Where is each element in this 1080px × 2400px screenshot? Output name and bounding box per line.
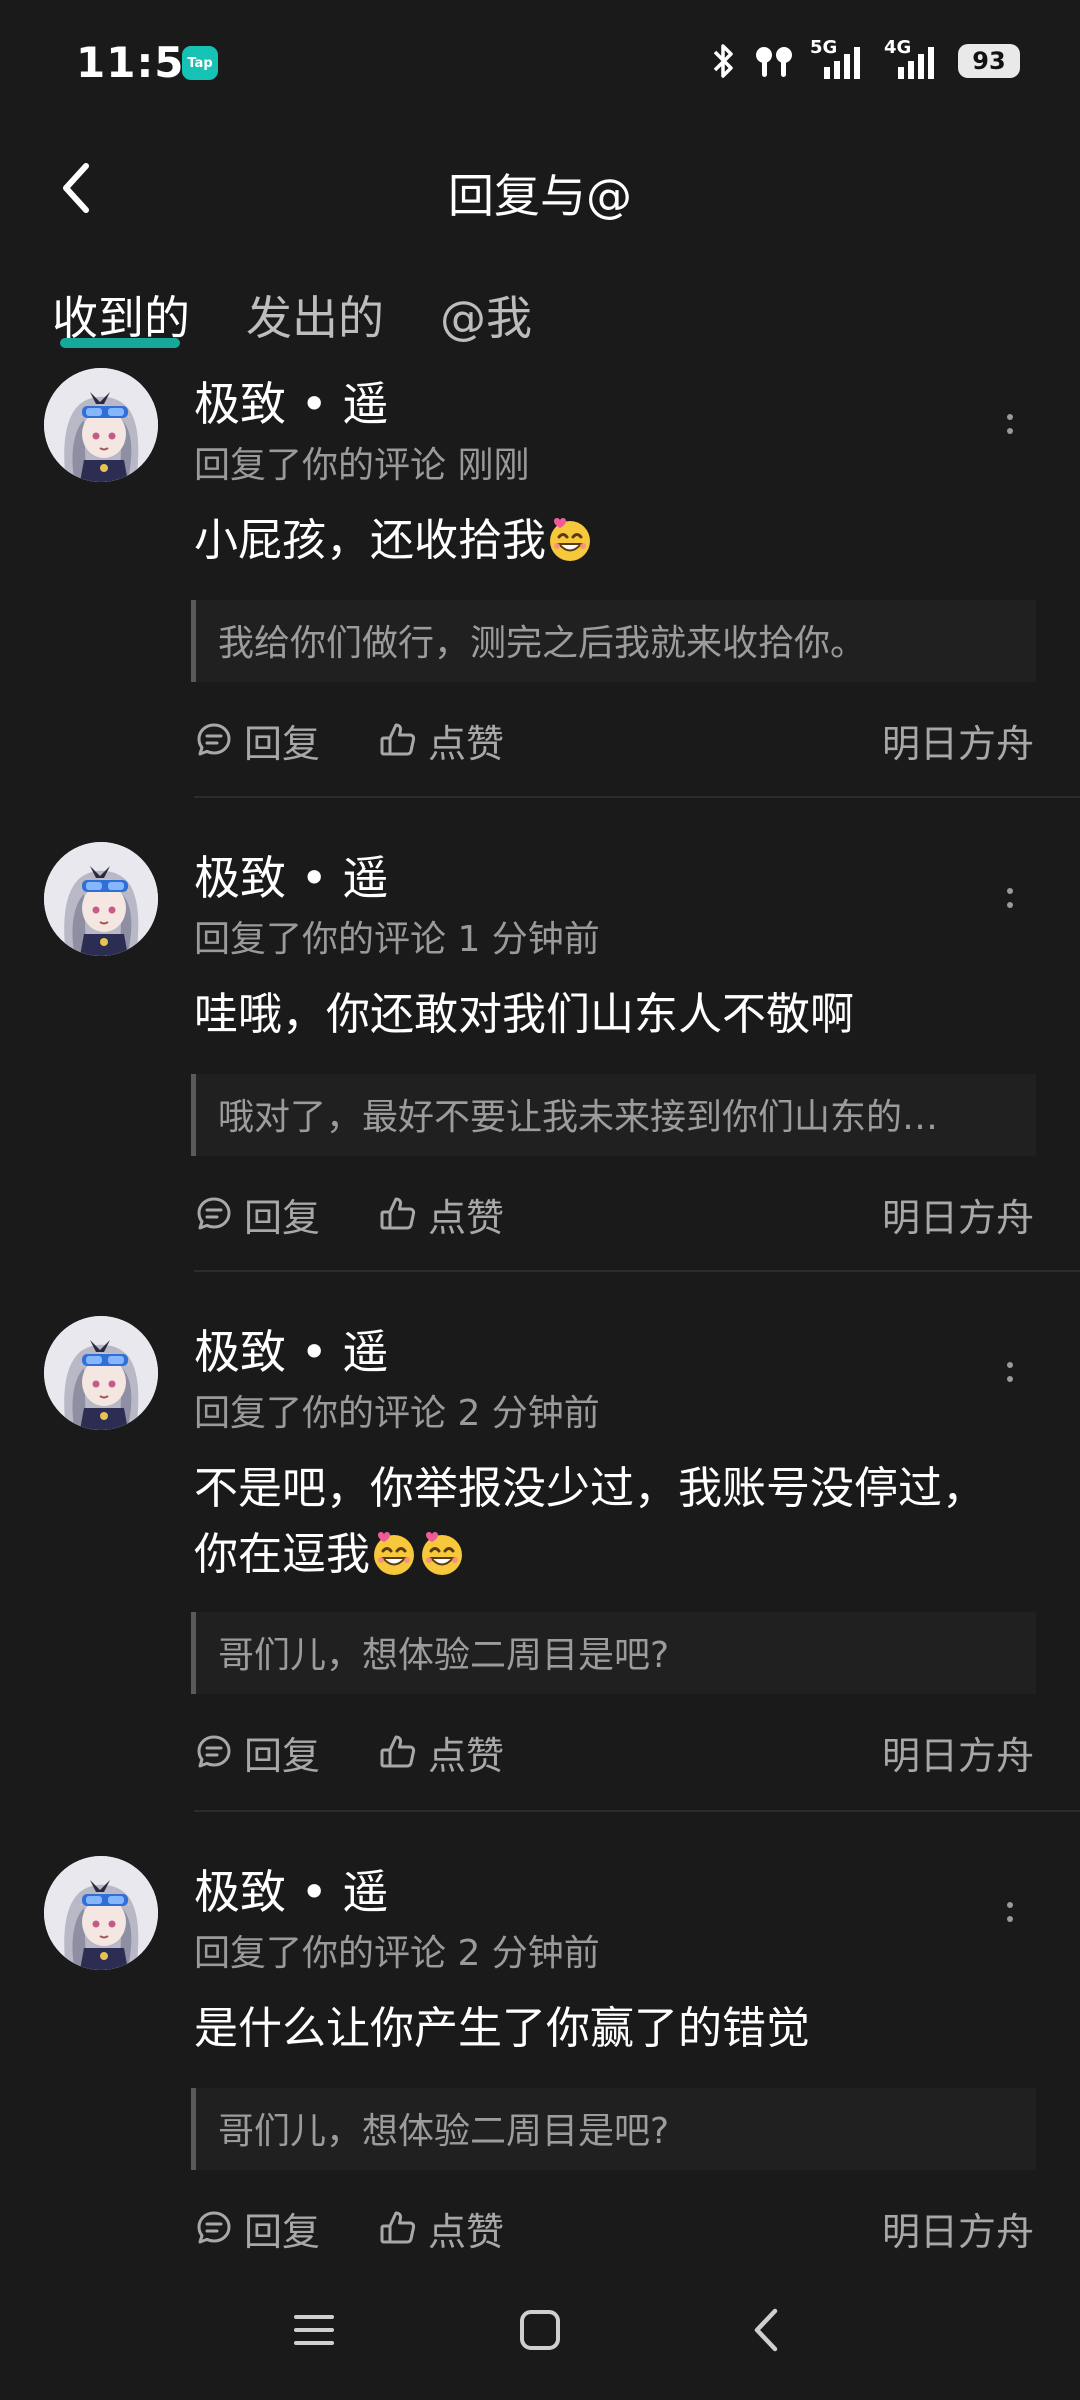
more-options-button[interactable] bbox=[990, 1882, 1030, 1942]
quoted-comment[interactable]: 哥们儿，想体验二周目是吧? bbox=[191, 1612, 1036, 1694]
comment-username[interactable]: 极致 • 遥 bbox=[194, 1316, 388, 1382]
reply-icon bbox=[194, 2208, 234, 2248]
like-label: 点赞 bbox=[428, 1195, 505, 1240]
thumbs-up-icon bbox=[378, 720, 418, 760]
comment-username[interactable]: 极致 • 遥 bbox=[194, 1856, 388, 1922]
divider bbox=[194, 1810, 1080, 1812]
network-label-5g: 5G bbox=[810, 37, 838, 58]
comment-actions: 回复 点赞 明日方舟 bbox=[194, 1184, 1034, 1244]
avatar[interactable] bbox=[44, 1856, 158, 1970]
comment-item[interactable]: 极致 • 遥 回复了你的评论 刚刚 小屁孩，还收拾我 我给你们做行，测完之后我就… bbox=[0, 368, 1080, 798]
avatar[interactable] bbox=[44, 1316, 158, 1430]
bluetooth-icon bbox=[708, 41, 738, 81]
comment-meta: 回复了你的评论 2 分钟前 bbox=[194, 1393, 600, 1434]
comment-meta: 回复了你的评论 刚刚 bbox=[194, 445, 530, 486]
quoted-comment-text: 哥们儿，想体验二周目是吧? bbox=[218, 1635, 670, 1676]
divider bbox=[194, 1270, 1080, 1272]
thumbs-up-icon bbox=[378, 1194, 418, 1234]
like-label: 点赞 bbox=[428, 1733, 505, 1778]
reply-label: 回复 bbox=[244, 721, 321, 766]
avatar[interactable] bbox=[44, 368, 158, 482]
like-button[interactable]: 点赞 bbox=[378, 2198, 504, 2258]
recent-apps-button[interactable] bbox=[274, 2290, 354, 2370]
reply-label: 回复 bbox=[244, 1733, 321, 1778]
grinning-face-icon bbox=[546, 515, 594, 563]
quoted-comment[interactable]: 哥们儿，想体验二周目是吧? bbox=[191, 2088, 1036, 2170]
comment-text: 不是吧，你举报没少过，我账号没停过， 你在逗我 bbox=[194, 1456, 1034, 1588]
comment-text: 小屁孩，还收拾我 bbox=[194, 508, 1034, 574]
game-tag[interactable]: 明日方舟 bbox=[882, 1184, 1034, 1244]
like-button[interactable]: 点赞 bbox=[378, 710, 504, 770]
reply-button[interactable]: 回复 bbox=[194, 710, 320, 770]
more-options-button[interactable] bbox=[990, 1342, 1030, 1402]
avatar[interactable] bbox=[44, 842, 158, 956]
like-button[interactable]: 点赞 bbox=[378, 1722, 504, 1782]
reply-button[interactable]: 回复 bbox=[194, 1184, 320, 1244]
divider bbox=[194, 796, 1080, 798]
network-label-4g: 4G bbox=[884, 37, 912, 58]
more-options-button[interactable] bbox=[990, 394, 1030, 454]
back-icon bbox=[754, 2308, 778, 2352]
comment-text: 是什么让你产生了你赢了的错觉 bbox=[194, 2003, 810, 2054]
reply-icon bbox=[194, 1194, 234, 1234]
comment-actions: 回复 点赞 明日方舟 bbox=[194, 710, 1034, 770]
comment-actions: 回复 点赞 明日方舟 bbox=[194, 2198, 1034, 2258]
comment-actions: 回复 点赞 明日方舟 bbox=[194, 1722, 1034, 1782]
comment-text-line: 你在逗我 bbox=[194, 1529, 370, 1580]
comment-username[interactable]: 极致 • 遥 bbox=[194, 842, 388, 908]
comment-item[interactable]: 极致 • 遥 回复了你的评论 2 分钟前 不是吧，你举报没少过，我账号没停过， … bbox=[0, 1316, 1080, 1812]
reply-label: 回复 bbox=[244, 1195, 321, 1240]
battery-indicator: 93 bbox=[958, 44, 1020, 78]
comment-text-content: 小屁孩，还收拾我 bbox=[194, 515, 546, 566]
earbuds-icon bbox=[752, 41, 796, 81]
like-label: 点赞 bbox=[428, 2209, 505, 2254]
reply-icon bbox=[194, 1732, 234, 1772]
system-back-button[interactable] bbox=[726, 2290, 806, 2370]
reply-label: 回复 bbox=[244, 2209, 321, 2254]
grinning-face-icon bbox=[370, 1529, 418, 1577]
signal-4g-icon: 4G bbox=[884, 37, 944, 81]
tab-label: 发出的 bbox=[246, 291, 384, 345]
home-icon bbox=[520, 2310, 560, 2350]
tab-bar: 收到的 发出的 @我 bbox=[52, 282, 532, 362]
comment-meta: 回复了你的评论 2 分钟前 bbox=[194, 1933, 600, 1974]
comment-item[interactable]: 极致 • 遥 回复了你的评论 1 分钟前 哇哦，你还敢对我们山东人不敬啊 哦对了… bbox=[0, 842, 1080, 1272]
quoted-comment-text: 我给你们做行，测完之后我就来收拾你。 bbox=[218, 623, 867, 664]
thumbs-up-icon bbox=[378, 2208, 418, 2248]
more-options-button[interactable] bbox=[990, 868, 1030, 928]
quoted-comment[interactable]: 哦对了，最好不要让我未来接到你们山东的… bbox=[191, 1074, 1036, 1156]
game-tag[interactable]: 明日方舟 bbox=[882, 1722, 1034, 1782]
comment-item[interactable]: 极致 • 遥 回复了你的评论 2 分钟前 是什么让你产生了你赢了的错觉 哥们儿，… bbox=[0, 1856, 1080, 2266]
tab-sent[interactable]: 发出的 bbox=[246, 282, 384, 352]
status-bar: 11:51 Tap 5G 4G 93 bbox=[0, 0, 1080, 120]
quoted-comment[interactable]: 我给你们做行，测完之后我就来收拾你。 bbox=[191, 600, 1036, 682]
comment-text: 哇哦，你还敢对我们山东人不敬啊 bbox=[194, 989, 854, 1040]
signal-5g-icon: 5G bbox=[810, 37, 870, 81]
status-icons: 5G 4G 93 bbox=[708, 36, 1020, 86]
menu-icon bbox=[294, 2315, 334, 2345]
home-button[interactable] bbox=[500, 2290, 580, 2370]
grinning-face-icon bbox=[418, 1529, 466, 1577]
game-tag[interactable]: 明日方舟 bbox=[882, 710, 1034, 770]
taptap-app-badge: Tap bbox=[182, 46, 218, 80]
thumbs-up-icon bbox=[378, 1732, 418, 1772]
quoted-comment-text: 哥们儿，想体验二周目是吧? bbox=[218, 2111, 670, 2152]
page-title: 回复与@ bbox=[448, 169, 632, 223]
reply-button[interactable]: 回复 bbox=[194, 1722, 320, 1782]
tab-label: 收到的 bbox=[52, 291, 190, 345]
tab-mentions[interactable]: @我 bbox=[440, 282, 532, 352]
comment-text-line: 不是吧，你举报没少过，我账号没停过， bbox=[194, 1463, 986, 1514]
like-label: 点赞 bbox=[428, 721, 505, 766]
reply-icon bbox=[194, 720, 234, 760]
comment-meta: 回复了你的评论 1 分钟前 bbox=[194, 919, 600, 960]
header: 回复与@ bbox=[0, 140, 1080, 240]
tab-label: @我 bbox=[440, 291, 532, 345]
reply-button[interactable]: 回复 bbox=[194, 2198, 320, 2258]
quoted-comment-text: 哦对了，最好不要让我未来接到你们山东的… bbox=[218, 1097, 939, 1138]
tab-received[interactable]: 收到的 bbox=[52, 282, 190, 352]
like-button[interactable]: 点赞 bbox=[378, 1184, 504, 1244]
comment-username[interactable]: 极致 • 遥 bbox=[194, 368, 388, 434]
game-tag[interactable]: 明日方舟 bbox=[882, 2198, 1034, 2258]
system-nav-bar bbox=[0, 2260, 1080, 2400]
